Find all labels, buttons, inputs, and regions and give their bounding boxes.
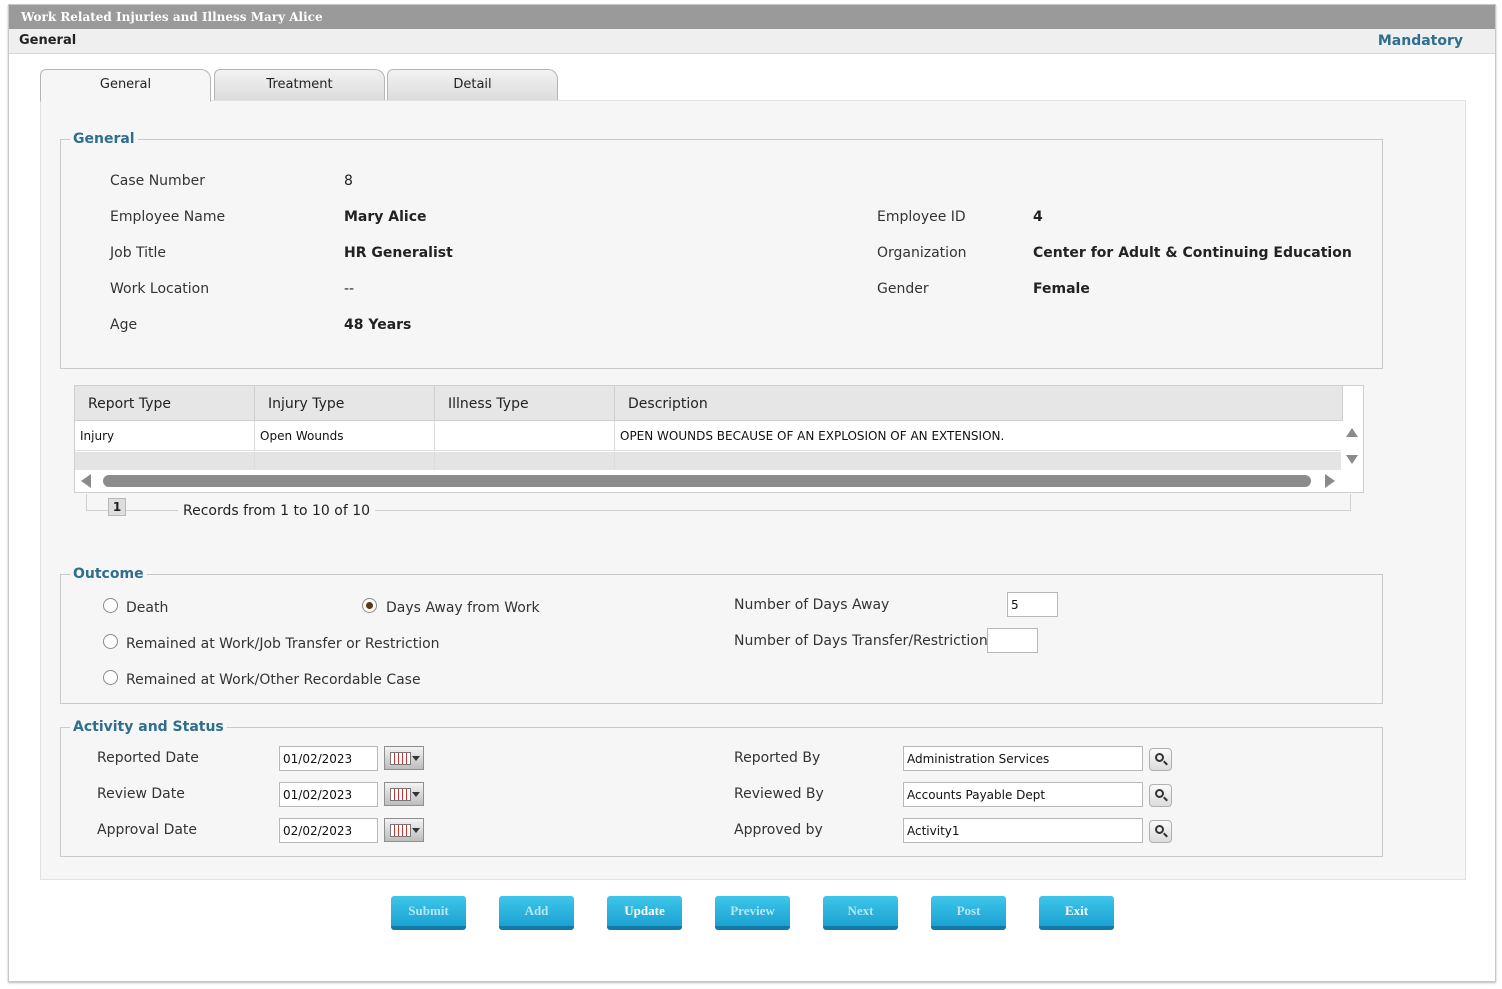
update-button[interactable]: Update xyxy=(607,896,682,930)
organization-value: Center for Adult & Continuing Education xyxy=(1033,245,1352,261)
preview-button[interactable]: Preview xyxy=(715,896,790,930)
approved-by-search-button[interactable] xyxy=(1149,820,1172,843)
work-location-value: -- xyxy=(344,281,355,297)
cell-injury-type: Open Wounds xyxy=(255,421,435,450)
section-bar: General Mandatory xyxy=(9,29,1495,54)
vertical-scrollbar[interactable] xyxy=(1341,421,1363,471)
radio-other-recordable-label[interactable]: Remained at Work/Other Recordable Case xyxy=(126,672,421,688)
tab-general[interactable]: General xyxy=(40,69,211,102)
radio-death-label[interactable]: Death xyxy=(126,600,168,616)
exit-button[interactable]: Exit xyxy=(1039,896,1114,930)
cell-empty xyxy=(255,452,435,470)
column-illness-type[interactable]: Illness Type xyxy=(435,386,615,421)
scroll-down-icon[interactable] xyxy=(1346,455,1358,464)
reported-by-label: Reported By xyxy=(734,750,821,766)
calendar-icon xyxy=(390,788,411,801)
approval-date-field[interactable]: 02/02/2023 xyxy=(279,818,378,843)
employee-name-label: Employee Name xyxy=(110,209,226,225)
radio-other-recordable[interactable] xyxy=(103,670,118,685)
cell-empty xyxy=(435,452,615,470)
approval-date-calendar-button[interactable] xyxy=(384,818,424,842)
mandatory-indicator: Mandatory xyxy=(1377,33,1463,49)
cell-illness-type xyxy=(435,421,615,450)
cell-empty xyxy=(75,452,255,470)
review-date-label: Review Date xyxy=(97,786,185,802)
next-button[interactable]: Next xyxy=(823,896,898,930)
horizontal-scrollbar[interactable] xyxy=(75,470,1363,492)
days-away-field[interactable]: 5 xyxy=(1007,592,1058,617)
approved-by-label: Approved by xyxy=(734,822,823,838)
review-date-calendar-button[interactable] xyxy=(384,782,424,806)
post-button[interactable]: Post xyxy=(931,896,1006,930)
column-description[interactable]: Description xyxy=(615,386,1343,421)
outcome-legend: Outcome xyxy=(73,566,144,582)
approved-by-field[interactable]: Activity1 xyxy=(903,818,1143,843)
calendar-icon xyxy=(390,752,411,765)
scroll-left-icon[interactable] xyxy=(81,474,91,488)
section-title: General xyxy=(19,33,77,48)
job-title-label: Job Title xyxy=(110,245,167,261)
tab-detail[interactable]: Detail xyxy=(387,69,558,100)
reviewed-by-search-button[interactable] xyxy=(1149,784,1172,807)
days-transfer-label: Number of Days Transfer/Restriction xyxy=(734,633,988,649)
search-icon-handle xyxy=(1163,796,1168,802)
cell-description: OPEN WOUNDS BECAUSE OF AN EXPLOSION OF A… xyxy=(620,429,1005,443)
submit-button[interactable]: Submit xyxy=(391,896,466,930)
work-location-label: Work Location xyxy=(110,281,210,297)
search-icon-handle xyxy=(1163,760,1168,766)
case-grid: Report Type Injury Type Illness Type Des… xyxy=(74,385,1364,493)
employee-name-value: Mary Alice xyxy=(344,209,427,225)
days-transfer-field[interactable] xyxy=(987,628,1038,653)
days-away-label: Number of Days Away xyxy=(734,597,890,613)
calendar-icon xyxy=(390,824,411,837)
case-number-value: 8 xyxy=(344,173,353,189)
radio-days-away-label[interactable]: Days Away from Work xyxy=(386,600,540,616)
age-label: Age xyxy=(110,317,138,333)
general-legend: General xyxy=(73,131,135,147)
reviewed-by-label: Reviewed By xyxy=(734,786,824,802)
search-icon-handle xyxy=(1163,832,1168,838)
radio-days-away[interactable] xyxy=(362,598,377,613)
review-date-field[interactable]: 01/02/2023 xyxy=(279,782,378,807)
chevron-down-icon xyxy=(412,828,420,833)
radio-job-transfer-label[interactable]: Remained at Work/Job Transfer or Restric… xyxy=(126,636,440,652)
reported-date-field[interactable]: 01/02/2023 xyxy=(279,746,378,771)
radio-job-transfer[interactable] xyxy=(103,634,118,649)
gender-label: Gender xyxy=(877,281,929,297)
activity-legend: Activity and Status xyxy=(73,719,224,735)
cell-report-type: Injury xyxy=(75,421,255,450)
activity-group: Activity and Status xyxy=(60,719,1383,857)
scroll-thumb[interactable] xyxy=(103,475,1311,487)
chevron-down-icon xyxy=(412,756,420,761)
employee-id-label: Employee ID xyxy=(877,209,966,225)
scroll-up-icon[interactable] xyxy=(1346,428,1358,437)
reported-by-field[interactable]: Administration Services xyxy=(903,746,1143,771)
grid-header: Report Type Injury Type Illness Type Des… xyxy=(75,386,1343,421)
employee-id-value: 4 xyxy=(1033,209,1043,225)
app-window: Work Related Injuries and Illness Mary A… xyxy=(8,4,1496,982)
table-row[interactable]: Injury Open Wounds OPEN WOUNDS BECAUSE O… xyxy=(75,421,1341,451)
page-1-button[interactable]: 1 xyxy=(108,498,126,516)
tab-treatment[interactable]: Treatment xyxy=(214,69,385,100)
reported-by-search-button[interactable] xyxy=(1149,748,1172,771)
organization-label: Organization xyxy=(877,245,967,261)
reported-date-calendar-button[interactable] xyxy=(384,746,424,770)
records-count: Records from 1 to 10 of 10 xyxy=(178,503,376,519)
tab-panel-general: General Case Number 8 Employee Name Mary… xyxy=(40,100,1466,880)
add-button[interactable]: Add xyxy=(499,896,574,930)
age-value: 48 Years xyxy=(344,317,412,333)
table-row[interactable] xyxy=(75,452,1341,470)
column-injury-type[interactable]: Injury Type xyxy=(255,386,435,421)
window-title: Work Related Injuries and Illness Mary A… xyxy=(9,5,1495,29)
chevron-down-icon xyxy=(412,792,420,797)
job-title-value: HR Generalist xyxy=(344,245,453,261)
gender-value: Female xyxy=(1033,281,1090,297)
approval-date-label: Approval Date xyxy=(97,822,198,838)
radio-death[interactable] xyxy=(103,598,118,613)
column-report-type[interactable]: Report Type xyxy=(75,386,255,421)
reviewed-by-field[interactable]: Accounts Payable Dept xyxy=(903,782,1143,807)
case-number-label: Case Number xyxy=(110,173,205,189)
reported-date-label: Reported Date xyxy=(97,750,199,766)
scroll-right-icon[interactable] xyxy=(1325,474,1335,488)
